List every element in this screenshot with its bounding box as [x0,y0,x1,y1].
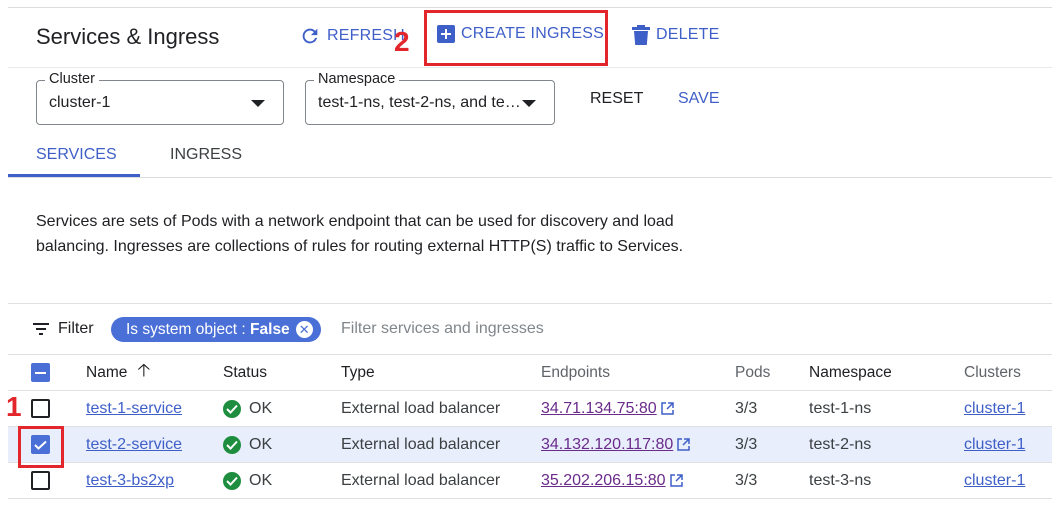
filter-bar: Filter Is system object : False ✕ [8,304,1052,354]
row-checkbox[interactable] [31,391,50,426]
close-icon[interactable]: ✕ [295,321,313,338]
column-header-namespace[interactable]: Namespace [809,355,892,390]
cluster-link[interactable]: cluster-1 [964,436,1025,454]
tab-services[interactable]: SERVICES [36,146,117,164]
filter-label: Filter [58,320,94,337]
column-header-endpoints: Endpoints [541,363,610,381]
endpoint-link[interactable]: 35.202.206.15:80 [541,472,666,490]
pods-count: 3/3 [735,471,758,489]
service-name-link[interactable]: test-1-service [86,400,182,418]
cluster-link[interactable]: cluster-1 [964,400,1025,418]
column-header-clusters: Clusters [964,363,1021,381]
status-text: OK [249,435,273,453]
namespace-select-value: test-1-ns, test-2-ns, and te… [318,94,521,111]
check-circle-icon [223,435,241,454]
save-button[interactable]: SAVE [678,90,720,108]
check-circle-icon [223,471,241,490]
dropdown-arrow-icon [522,100,536,107]
cluster-link[interactable]: cluster-1 [964,472,1025,490]
pods-count: 3/3 [735,399,758,417]
table-row: test-1-service OK External load balancer… [8,391,1052,427]
status-text: OK [249,471,273,489]
filter-chip-system-object[interactable]: Is system object : False ✕ [111,317,321,342]
namespace-value: test-2-ns [809,435,872,453]
namespace-select[interactable]: Namespace test-1-ns, test-2-ns, and te… [305,71,555,125]
annotation-marker-1: 1 [6,391,22,422]
highlight-box-create-ingress [424,10,608,66]
table-row: test-3-bs2xp OK External load balancer 3… [8,463,1052,499]
refresh-button[interactable]: REFRESH [299,25,405,47]
status-text: OK [249,399,273,417]
select-all-checkbox[interactable] [31,355,50,390]
highlight-box-row-checkbox [18,426,64,468]
service-type: External load balancer [341,435,501,453]
namespace-select-label: Namespace [314,71,400,87]
column-header-status[interactable]: Status [223,355,267,390]
cluster-select-value: cluster-1 [49,94,111,111]
cluster-select-label: Cluster [45,71,99,87]
tab-ingress[interactable]: INGRESS [170,146,242,164]
tab-bar: SERVICES INGRESS [8,132,1052,178]
dropdown-arrow-icon [251,100,265,107]
pods-count: 3/3 [735,435,758,453]
endpoint-link[interactable]: 34.71.134.75:80 [541,400,657,418]
column-header-type[interactable]: Type [341,355,375,390]
check-circle-icon [223,399,241,418]
filter-input[interactable] [341,320,641,338]
reset-button[interactable]: RESET [590,90,643,108]
namespace-value: test-1-ns [809,399,872,417]
delete-label: DELETE [656,26,720,43]
filter-chip-text: Is system object : False [126,320,290,338]
service-type: External load balancer [341,399,501,417]
row-checkbox[interactable] [31,463,50,498]
table-header-row: Name 🡡 Status Type Endpoints Pods Namespa… [8,354,1052,391]
annotation-marker-2: 2 [394,26,410,57]
services-table: Name 🡡 Status Type Endpoints Pods Namespa… [8,354,1052,499]
delete-button[interactable]: DELETE [632,25,719,45]
open-in-new-icon[interactable] [669,474,683,487]
page-title: Services & Ingress [36,24,220,49]
sort-arrow-up-icon: 🡡 [137,359,151,380]
column-header-pods: Pods [735,363,771,381]
filter-list-icon[interactable] [33,323,49,335]
namespace-value: test-3-ns [809,471,872,489]
service-type: External load balancer [341,471,501,489]
page-description: Services are sets of Pods with a network… [36,213,684,255]
service-name-link[interactable]: test-2-service [86,436,182,454]
refresh-icon [302,28,318,44]
active-tab-indicator [8,174,140,177]
open-in-new-icon[interactable] [677,438,691,451]
trash-icon [632,25,650,45]
table-row: test-2-service OK External load balancer… [8,427,1052,463]
column-header-name[interactable]: Name 🡡 [86,355,150,390]
cluster-select[interactable]: Cluster cluster-1 [36,71,284,125]
endpoint-link[interactable]: 34.132.120.117:80 [541,436,673,454]
service-name-link[interactable]: test-3-bs2xp [86,472,174,490]
open-in-new-icon[interactable] [660,402,674,415]
